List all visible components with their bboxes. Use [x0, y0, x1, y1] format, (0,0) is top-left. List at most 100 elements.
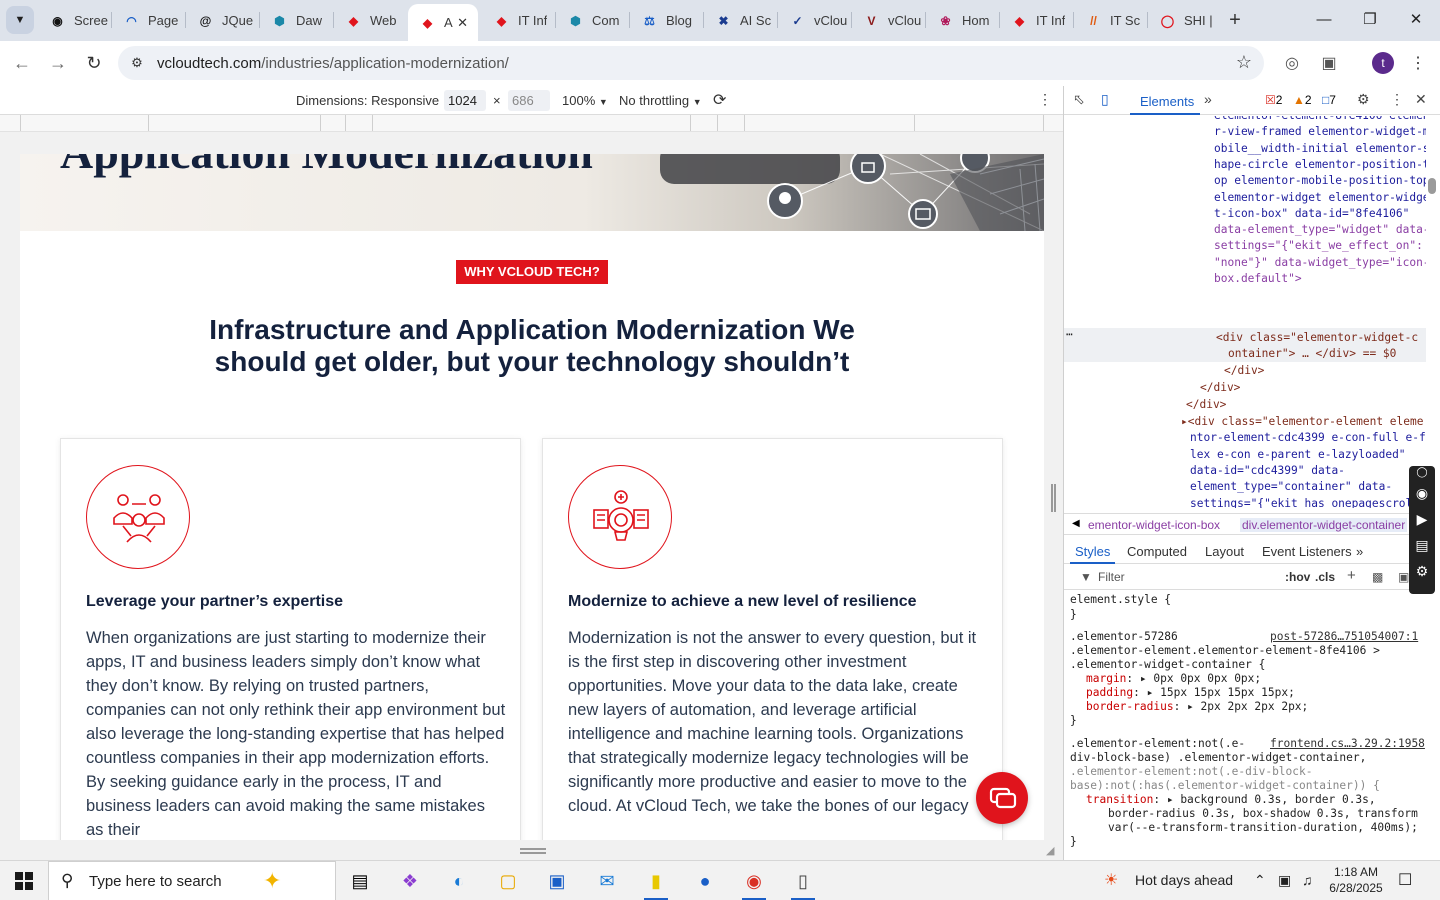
height-input[interactable]: 686 — [508, 90, 550, 111]
hov-button[interactable]: :hov — [1285, 570, 1310, 584]
search-highlight-icon[interactable]: ✦ — [263, 868, 281, 894]
url-text[interactable]: vcloudtech.com/industries/application-mo… — [157, 55, 509, 72]
rule-selector[interactable]: .elementor-widget-container { — [1070, 658, 1265, 672]
crumb-widget-container[interactable]: div.elementor-widget-container — [1240, 518, 1408, 532]
rule-source-link[interactable]: post-57286…751054007:1 — [1270, 630, 1418, 644]
network-icon[interactable]: ▣ — [1278, 872, 1291, 889]
more-panes-icon[interactable]: » — [1356, 544, 1363, 559]
tab-styles[interactable]: Styles — [1075, 544, 1110, 559]
throttling-dropdown[interactable]: No throttling ▼ — [619, 93, 702, 108]
window-capture-icon[interactable]: ▤ — [1409, 532, 1435, 558]
rule-selector[interactable]: div-block-base) .elementor-widget-contai… — [1070, 751, 1366, 765]
close-window-button[interactable]: ✕ — [1393, 6, 1439, 34]
dom-attribute-line[interactable]: elementor-element-8fe4106 elemento — [1214, 116, 1426, 124]
viewport-resize-handle-bottom[interactable] — [520, 848, 546, 854]
notepad-icon[interactable]: ▯ — [783, 865, 823, 900]
computed-sidebar-icon[interactable]: ▣ — [1398, 570, 1409, 584]
dom-attribute-line[interactable]: hape-circle elementor-position-t — [1214, 157, 1426, 173]
zoom-icon[interactable]: ● — [685, 865, 725, 897]
browser-tab[interactable]: VvClou — [852, 4, 926, 37]
profile-avatar[interactable]: t — [1372, 52, 1394, 74]
new-tab-button[interactable]: + — [1222, 8, 1248, 34]
rule-selector[interactable]: .elementor-57286 — [1070, 630, 1178, 644]
browser-tab[interactable]: ◆ A ✕ — [408, 4, 478, 41]
dom-attribute-line[interactable]: data-id="cdc4399" data- — [1190, 463, 1345, 479]
zoom-dropdown[interactable]: 100% ▼ — [562, 93, 608, 108]
tab-event-listeners[interactable]: Event Listeners — [1262, 544, 1352, 559]
browser-tab[interactable]: ◠ Page — [112, 4, 186, 37]
taskbar-search[interactable]: ⚲ Type here to search ✦ — [48, 861, 336, 900]
bookmark-star-icon[interactable]: ☆ — [1236, 52, 1252, 73]
settings-gear-icon[interactable]: ⚙ — [1357, 91, 1370, 108]
rule-source-link[interactable]: frontend.cs…3.29.2:1958 — [1270, 737, 1425, 751]
forward-button[interactable]: → — [44, 50, 72, 78]
weather-text[interactable]: Hot days ahead — [1135, 872, 1233, 888]
dom-attribute-line[interactable]: t-icon-box" data-id="8fe4106" — [1214, 206, 1409, 222]
store-icon[interactable]: ▣ — [537, 865, 577, 897]
device-toggle-icon[interactable]: ▯ — [1101, 91, 1109, 108]
viewport-resize-handle-right[interactable] — [1051, 484, 1056, 512]
rotate-icon[interactable]: ⟳ — [713, 90, 726, 110]
edge-icon[interactable]: ◐ — [439, 865, 479, 897]
system-clock[interactable]: 1:18 AM 6/28/2025 — [1320, 864, 1392, 896]
browser-tab[interactable]: @ JQue — [186, 4, 260, 37]
extensions-puzzle-icon[interactable]: ▣ — [1317, 52, 1341, 76]
chat-button[interactable] — [976, 772, 1028, 824]
css-declaration[interactable]: padding: ▸ 15px 15px 15px 15px; — [1086, 686, 1295, 700]
browser-tab[interactable]: ⚖ Blog — [630, 4, 704, 37]
browser-tab[interactable]: // IT Sc — [1074, 4, 1148, 37]
dom-attribute-line[interactable]: op elementor-mobile-position-top — [1214, 173, 1426, 189]
capture-settings-gear-icon[interactable]: ⚙ — [1409, 558, 1435, 584]
translate-icon[interactable]: ◎ — [1280, 52, 1304, 76]
browser-tab[interactable]: ⬢ Daw — [260, 4, 334, 37]
more-tabs-icon[interactable]: » — [1204, 91, 1212, 107]
filter-input[interactable]: Filter — [1098, 570, 1125, 584]
dom-attribute-line[interactable]: r-view-framed elementor-widget-m — [1214, 124, 1426, 140]
selected-node-line1[interactable]: <div class="elementor-widget-c — [1216, 330, 1418, 346]
volume-icon[interactable]: ♫ — [1302, 872, 1313, 888]
rule-selector[interactable]: .elementor-element:not(.e- — [1070, 737, 1245, 751]
dom-attribute-line[interactable]: lex e-con e-parent e-lazyloaded" — [1190, 447, 1406, 463]
task-view-icon[interactable]: ▤ — [340, 865, 380, 897]
inspect-element-icon[interactable]: ⬁ — [1073, 91, 1085, 108]
warning-counter[interactable]: ▲2 — [1293, 93, 1312, 107]
sticky-notes-icon[interactable]: ▮ — [636, 865, 676, 900]
dom-node-line[interactable]: ▸<div class="elementor-element eleme — [1181, 414, 1423, 430]
site-info-icon[interactable]: ⚙ — [126, 52, 148, 74]
mail-icon[interactable]: ✉ — [587, 865, 627, 897]
browser-tab[interactable]: ◆ IT Inf — [1000, 4, 1074, 37]
resize-corner-icon[interactable]: ◢ — [1046, 844, 1054, 857]
dom-attribute-line[interactable]: ntor-element-cdc4399 e-con-full e-f — [1190, 430, 1426, 446]
tab-elements[interactable]: Elements — [1140, 94, 1194, 109]
close-devtools-icon[interactable]: ✕ — [1415, 91, 1427, 108]
crumb-icon-box[interactable]: ementor-widget-icon-box — [1088, 518, 1220, 532]
dom-attribute-line[interactable]: element_type="container" data- — [1190, 479, 1392, 495]
reload-button[interactable]: ↻ — [80, 50, 108, 78]
address-bar[interactable]: ⚙ vcloudtech.com/industries/application-… — [118, 46, 1264, 80]
minimize-button[interactable]: — — [1301, 6, 1347, 34]
width-input[interactable]: 1024 — [444, 90, 486, 111]
media-query-ruler[interactable] — [0, 115, 1063, 132]
video-camera-icon[interactable]: ▶ — [1409, 506, 1435, 532]
devtools-menu-icon[interactable]: ⋮ — [1390, 91, 1404, 108]
tray-chevron-icon[interactable]: ⌃ — [1254, 872, 1266, 889]
browser-tab[interactable]: ◉ Scree — [38, 4, 112, 37]
css-declaration[interactable]: transition: ▸ background 0.3s, border 0.… — [1086, 793, 1376, 807]
copilot-icon[interactable]: ❖ — [390, 865, 430, 897]
start-button[interactable] — [0, 861, 48, 900]
cls-button[interactable]: .cls — [1315, 570, 1335, 584]
tab-search-button[interactable]: ▼ — [6, 6, 34, 34]
dom-attribute-line[interactable]: elementor-widget elementor-widge — [1214, 190, 1426, 206]
crumb-scroll-left-icon[interactable]: ◀ — [1072, 518, 1080, 529]
close-tab-icon[interactable]: ✕ — [457, 15, 468, 31]
pin-icon[interactable]: ◯ — [1409, 466, 1435, 480]
selected-node-line2[interactable]: ontainer"> … </div> == $0 — [1228, 346, 1396, 362]
dom-attribute-line[interactable]: settings="{"ekit_has_onepagescrol — [1190, 496, 1412, 509]
dom-attribute-line[interactable]: "none"}" data-widget_type="icon- — [1214, 255, 1426, 271]
error-counter[interactable]: ☒2 — [1265, 93, 1282, 107]
dom-attribute-line[interactable]: box.default"> — [1214, 271, 1302, 287]
ellipsis-icon[interactable]: ⋯ — [1066, 327, 1073, 343]
css-declaration[interactable]: border-radius: ▸ 2px 2px 2px 2px; — [1086, 700, 1308, 714]
camera-icon[interactable]: ◉ — [1409, 480, 1435, 506]
restore-button[interactable]: ❐ — [1347, 6, 1393, 34]
